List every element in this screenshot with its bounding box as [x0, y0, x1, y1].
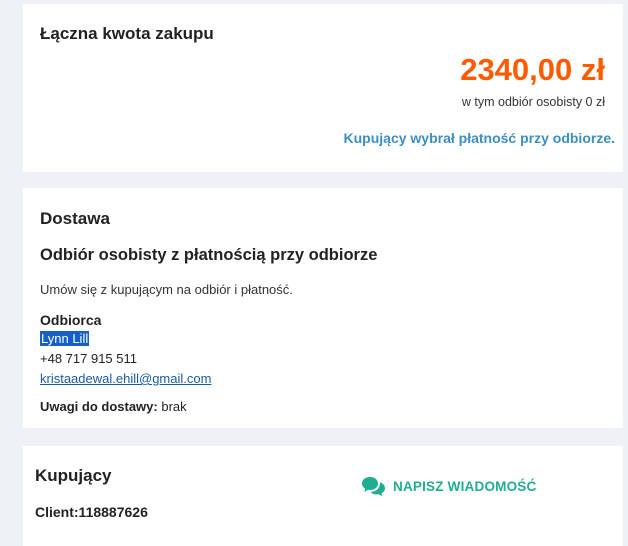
buyer-card: Kupujący Client:118887626 NAPISZ WIADOMO…: [23, 446, 623, 546]
send-message-button[interactable]: NAPISZ WIADOMOŚĆ: [361, 475, 536, 497]
total-amount-title: Łączna kwota zakupu: [40, 24, 214, 43]
recipient-phone: +48 717 915 511: [40, 351, 137, 366]
recipient-label: Odbiorca: [40, 312, 102, 328]
pickup-cost-note: w tym odbiór osobisty 0 zł: [461, 95, 605, 109]
total-amount-value: 2340,00 zł: [460, 52, 605, 87]
recipient-name: Lynn Lill: [40, 331, 90, 346]
delivery-card: Dostawa Odbiór osobisty z płatnością prz…: [23, 188, 623, 428]
delivery-title: Dostawa: [40, 209, 110, 228]
delivery-notes-value: brak: [161, 399, 187, 414]
delivery-method: Odbiór osobisty z płatnością przy odbior…: [40, 246, 378, 264]
delivery-notes: Uwagi do dostawy: brak: [40, 399, 187, 414]
delivery-notes-label: Uwagi do dostawy:: [40, 399, 158, 414]
recipient-email-link[interactable]: kristaadewal.ehill@gmail.com: [40, 371, 211, 386]
arrange-pickup-text: Umów się z kupującym na odbiór i płatnoś…: [40, 282, 293, 297]
buyer-client-id: Client:118887626: [35, 504, 148, 520]
send-message-label: NAPISZ WIADOMOŚĆ: [393, 478, 537, 494]
payment-method-info: Kupujący wybrał płatność przy odbiorze.: [343, 130, 616, 146]
chat-bubbles-icon: [361, 475, 387, 497]
total-amount-card: Łączna kwota zakupu 2340,00 zł w tym odb…: [23, 4, 623, 172]
buyer-title: Kupujący: [35, 466, 112, 485]
